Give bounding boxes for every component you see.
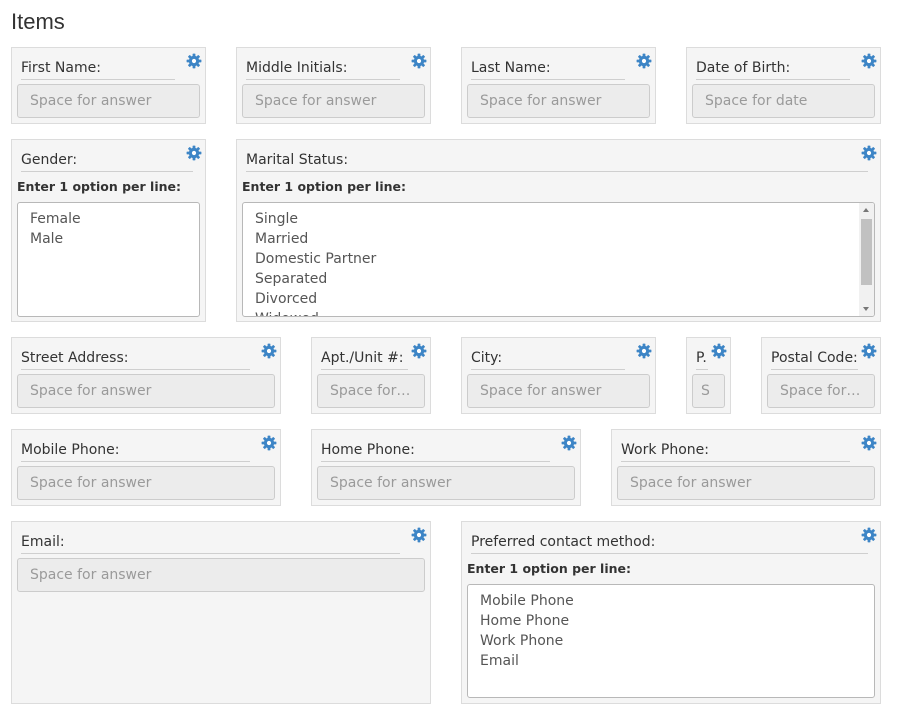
email-card: Email: Space for answer [11,521,431,704]
gear-icon[interactable] [711,343,727,359]
street-address-card: Street Address: Space for answer [11,337,281,414]
postal-code-card: Postal Code: Space for ... [761,337,881,414]
option-line: Separated [255,271,328,287]
work-phone-label: Work Phone: [621,440,850,462]
postal-code-field[interactable]: Space for ... [767,374,875,408]
last-name-label: Last Name: [471,58,625,80]
gear-icon[interactable] [861,53,877,69]
options-hint: Enter 1 option per line: [467,561,631,576]
option-line: Work Phone [480,633,564,649]
last-name-field[interactable]: Space for answer [467,84,650,118]
apt-unit-label: Apt./Unit #: [321,348,408,370]
home-phone-card: Home Phone: Space for answer [311,429,581,506]
date-of-birth-field[interactable]: Space for date [692,84,875,118]
mobile-phone-card: Mobile Phone: Space for answer [11,429,281,506]
option-line: Divorced [255,291,318,307]
gender-options-textarea[interactable]: Female Male [17,202,200,317]
city-label: City: [471,348,625,370]
gear-icon[interactable] [411,53,427,69]
last-name-card: Last Name: Space for answer [461,47,656,124]
date-of-birth-label: Date of Birth: [696,58,850,80]
option-line: Married [255,231,309,247]
first-name-label: First Name: [21,58,175,80]
postal-code-label: Postal Code: [771,348,858,370]
scroll-up-icon[interactable] [863,208,869,212]
option-line: Domestic Partner [255,251,377,267]
gear-icon[interactable] [861,145,877,161]
middle-initials-label: Middle Initials: [246,58,400,80]
option-line: Widowed [255,309,862,316]
email-field[interactable]: Space for answer [17,558,425,592]
gender-card: Gender: Enter 1 option per line: Female … [11,139,206,322]
marital-status-options-textarea[interactable]: Single Married Domestic Partner Separate… [242,202,875,317]
work-phone-card: Work Phone: Space for answer [611,429,881,506]
mobile-phone-label: Mobile Phone: [21,440,250,462]
gear-icon[interactable] [186,145,202,161]
gear-icon[interactable] [861,527,877,543]
date-of-birth-card: Date of Birth: Space for date [686,47,881,124]
province-card: P... S [686,337,731,414]
gear-icon[interactable] [861,435,877,451]
options-hint: Enter 1 option per line: [17,179,181,194]
preferred-contact-options-textarea[interactable]: Mobile Phone Home Phone Work Phone Email [467,584,875,698]
marital-status-card: Marital Status: Enter 1 option per line:… [236,139,881,322]
home-phone-field[interactable]: Space for answer [317,466,575,500]
middle-initials-card: Middle Initials: Space for answer [236,47,431,124]
option-line: Single [255,211,299,227]
email-label: Email: [21,532,400,554]
apt-unit-card: Apt./Unit #: Space for ... [311,337,431,414]
street-address-field[interactable]: Space for answer [17,374,275,408]
option-line: Female [30,211,81,227]
mobile-phone-field[interactable]: Space for answer [17,466,275,500]
gender-label: Gender: [21,150,193,172]
city-field[interactable]: Space for answer [467,374,650,408]
gear-icon[interactable] [186,53,202,69]
apt-unit-field[interactable]: Space for ... [317,374,425,408]
option-line: Mobile Phone [480,593,574,609]
option-line: Male [30,231,64,247]
province-field[interactable]: S [692,374,725,408]
province-label: P... [696,348,708,370]
preferred-contact-label: Preferred contact method: [471,532,868,554]
first-name-card: First Name: Space for answer [11,47,206,124]
preferred-contact-card: Preferred contact method: Enter 1 option… [461,521,881,704]
work-phone-field[interactable]: Space for answer [617,466,875,500]
first-name-field[interactable]: Space for answer [17,84,200,118]
gear-icon[interactable] [561,435,577,451]
gear-icon[interactable] [636,53,652,69]
scroll-down-icon[interactable] [863,307,869,311]
option-line: Email [480,653,519,669]
gear-icon[interactable] [411,527,427,543]
marital-status-label: Marital Status: [246,150,868,172]
city-card: City: Space for answer [461,337,656,414]
option-line: Home Phone [480,613,570,629]
gear-icon[interactable] [861,343,877,359]
home-phone-label: Home Phone: [321,440,550,462]
gear-icon[interactable] [261,435,277,451]
textarea-scrollbar[interactable] [859,203,874,316]
scroll-thumb[interactable] [861,219,872,285]
street-address-label: Street Address: [21,348,250,370]
gear-icon[interactable] [261,343,277,359]
page-title: Items [11,9,65,34]
gear-icon[interactable] [411,343,427,359]
options-hint: Enter 1 option per line: [242,179,406,194]
gear-icon[interactable] [636,343,652,359]
middle-initials-field[interactable]: Space for answer [242,84,425,118]
